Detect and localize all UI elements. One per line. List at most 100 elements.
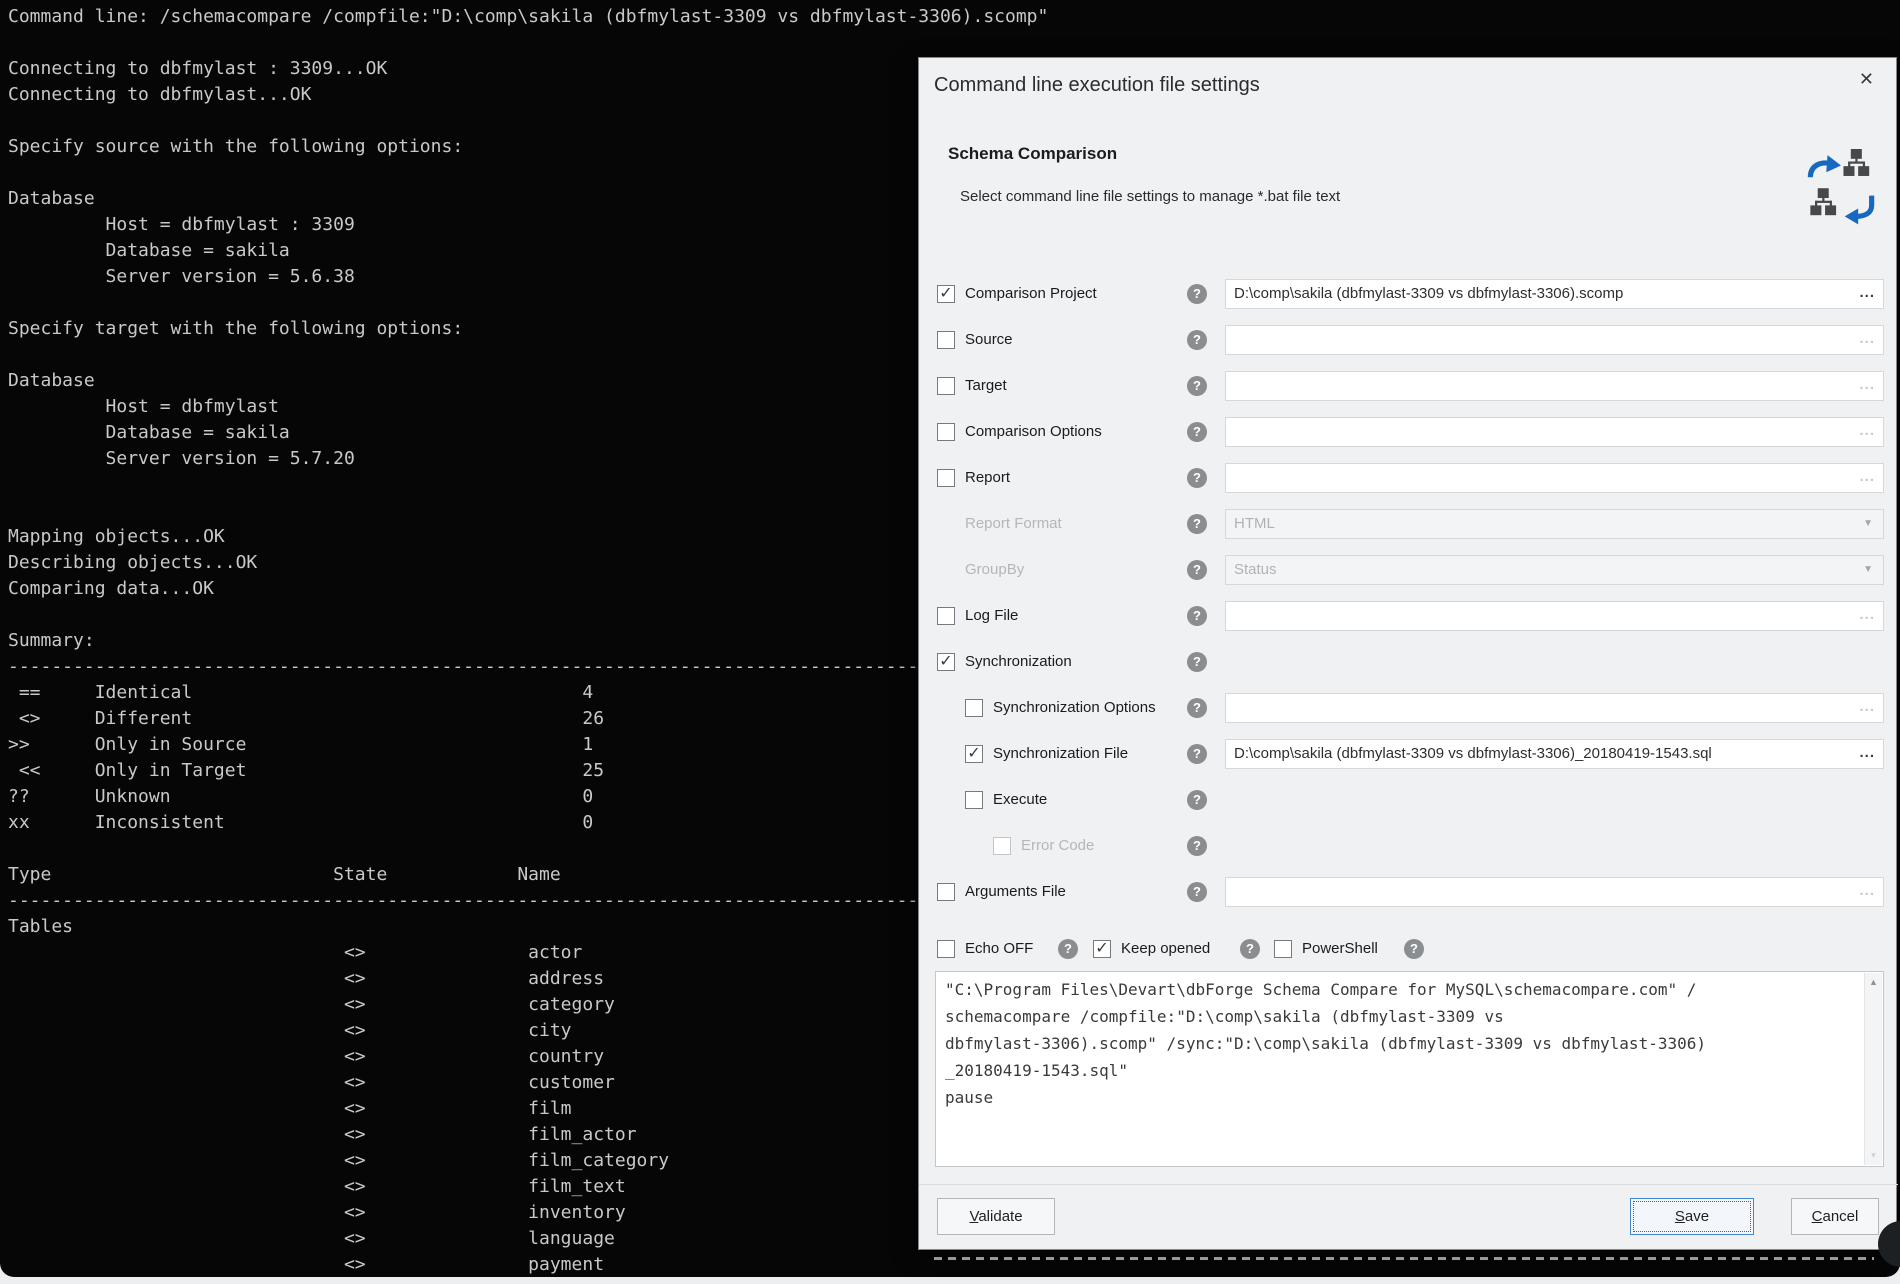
form-row-source: Source?... xyxy=(919,317,1898,363)
bat-file-text: "C:\Program Files\Devart\dbForge Schema … xyxy=(945,976,1706,1111)
bat-file-text-area[interactable]: "C:\Program Files\Devart\dbForge Schema … xyxy=(935,971,1884,1167)
label-report: Report xyxy=(965,455,1010,501)
label-comparison-project: Comparison Project xyxy=(965,271,1097,317)
textarea-scrollbar[interactable]: ▲ ▾ xyxy=(1864,973,1882,1165)
browse-button-arguments-file: ... xyxy=(1859,877,1875,905)
help-icon-arguments-file[interactable]: ? xyxy=(1187,882,1207,902)
help-icon-powershell[interactable]: ? xyxy=(1404,939,1424,959)
help-icon-synchronization-file[interactable]: ? xyxy=(1187,744,1207,764)
label-comparison-options: Comparison Options xyxy=(965,409,1102,455)
help-icon-execute[interactable]: ? xyxy=(1187,790,1207,810)
dropdown-groupby: Status ▼ xyxy=(1225,555,1884,585)
checkbox-comparison-project[interactable]: ✓ xyxy=(937,285,955,303)
browse-button-target: ... xyxy=(1859,371,1875,399)
field-report[interactable]: ... xyxy=(1225,463,1884,493)
label-source: Source xyxy=(965,317,1013,363)
field-value-comparison-project: D:\comp\sakila (dbfmylast-3309 vs dbfmyl… xyxy=(1234,280,1853,308)
browse-button-source: ... xyxy=(1859,325,1875,353)
field-synchronization-file[interactable]: D:\comp\sakila (dbfmylast-3309 vs dbfmyl… xyxy=(1225,739,1884,769)
form-row-arguments-file: Arguments File?... xyxy=(919,869,1898,915)
checkbox-synchronization-file[interactable]: ✓ xyxy=(965,745,983,763)
chevron-down-icon: ▼ xyxy=(1863,556,1873,584)
label-synchronization: Synchronization xyxy=(965,639,1072,685)
checkbox-report[interactable] xyxy=(937,469,955,487)
form-row-synchronization: ✓ Synchronization? xyxy=(919,639,1898,685)
help-icon-comparison-options[interactable]: ? xyxy=(1187,422,1207,442)
checkbox-comparison-options[interactable] xyxy=(937,423,955,441)
field-log-file[interactable]: ... xyxy=(1225,601,1884,631)
label-keep-opened: Keep opened xyxy=(1121,926,1210,972)
label-error-code: Error Code xyxy=(1021,823,1094,869)
check-icon: ✓ xyxy=(967,743,980,762)
label-synchronization-file: Synchronization File xyxy=(993,731,1128,777)
field-synchronization-options[interactable]: ... xyxy=(1225,693,1884,723)
footer-divider xyxy=(919,1184,1898,1185)
bat-options-row: Echo OFF? ✓ Keep opened? PowerShell? xyxy=(919,926,1898,972)
label-echo-off: Echo OFF xyxy=(965,926,1033,972)
check-icon: ✓ xyxy=(1095,940,1108,957)
form-row-error-code: Error Code? xyxy=(919,823,1898,869)
scroll-up-icon[interactable]: ▲ xyxy=(1865,977,1882,987)
field-arguments-file[interactable]: ... xyxy=(1225,877,1884,907)
checkbox-target[interactable] xyxy=(937,377,955,395)
label-target: Target xyxy=(965,363,1007,409)
scroll-down-icon[interactable]: ▾ xyxy=(1865,1150,1882,1161)
field-comparison-project[interactable]: D:\comp\sakila (dbfmylast-3309 vs dbfmyl… xyxy=(1225,279,1884,309)
checkbox-arguments-file[interactable] xyxy=(937,883,955,901)
checkbox-error-code xyxy=(993,837,1011,855)
checkbox-log-file[interactable] xyxy=(937,607,955,625)
label-log-file: Log File xyxy=(965,593,1018,639)
browse-button-synchronization-file[interactable]: ... xyxy=(1859,739,1875,767)
dialog-subtitle: Select command line file settings to man… xyxy=(960,188,1340,205)
schema-compare-icon xyxy=(1803,146,1879,228)
field-source[interactable]: ... xyxy=(1225,325,1884,355)
label-groupby: GroupBy xyxy=(965,547,1024,593)
checkbox-synchronization[interactable]: ✓ xyxy=(937,653,955,671)
form-row-synchronization-file: ✓ Synchronization File? D:\comp\sakila (db… xyxy=(919,731,1898,777)
checkbox-source[interactable] xyxy=(937,331,955,349)
dropdown-value-groupby: Status xyxy=(1234,556,1853,584)
help-icon-echo-off[interactable]: ? xyxy=(1058,939,1078,959)
checkbox-synchronization-options[interactable] xyxy=(965,699,983,717)
chevron-down-icon: ▼ xyxy=(1863,510,1873,538)
validate-button[interactable]: Validate xyxy=(937,1198,1055,1235)
form-row-report-format: Report Format? HTML ▼ xyxy=(919,501,1898,547)
browse-button-comparison-project[interactable]: ... xyxy=(1859,279,1875,307)
dropdown-report-format: HTML ▼ xyxy=(1225,509,1884,539)
checkbox-echo-off[interactable] xyxy=(937,940,955,958)
browse-button-report: ... xyxy=(1859,463,1875,491)
help-icon-report-format[interactable]: ? xyxy=(1187,514,1207,534)
help-icon-error-code[interactable]: ? xyxy=(1187,836,1207,856)
checkbox-execute[interactable] xyxy=(965,791,983,809)
browse-button-comparison-options: ... xyxy=(1859,417,1875,445)
save-button[interactable]: Save xyxy=(1630,1198,1754,1235)
check-icon: ✓ xyxy=(939,651,952,670)
label-synchronization-options: Synchronization Options xyxy=(993,685,1156,731)
cancel-button[interactable]: Cancel xyxy=(1791,1198,1879,1235)
help-icon-log-file[interactable]: ? xyxy=(1187,606,1207,626)
help-icon-comparison-project[interactable]: ? xyxy=(1187,284,1207,304)
field-comparison-options[interactable]: ... xyxy=(1225,417,1884,447)
close-icon[interactable]: ✕ xyxy=(1859,70,1874,88)
page-title: Schema Comparison xyxy=(948,144,1117,164)
command-line-settings-dialog: Command line execution file settings ✕ S… xyxy=(918,57,1897,1250)
window-frame: Command line: /schemacompare /compfile:"… xyxy=(0,0,1900,1284)
form-row-report: Report?... xyxy=(919,455,1898,501)
form-row-comparison-project: ✓ Comparison Project? D:\comp\sakila (dbfm… xyxy=(919,271,1898,317)
form-row-synchronization-options: Synchronization Options?... xyxy=(919,685,1898,731)
field-target[interactable]: ... xyxy=(1225,371,1884,401)
help-icon-source[interactable]: ? xyxy=(1187,330,1207,350)
help-icon-synchronization[interactable]: ? xyxy=(1187,652,1207,672)
label-powershell: PowerShell xyxy=(1302,926,1378,972)
help-icon-report[interactable]: ? xyxy=(1187,468,1207,488)
help-icon-groupby[interactable]: ? xyxy=(1187,560,1207,580)
label-report-format: Report Format xyxy=(965,501,1062,547)
dropdown-value-report-format: HTML xyxy=(1234,510,1853,538)
browse-button-synchronization-options: ... xyxy=(1859,693,1875,721)
checkbox-powershell[interactable] xyxy=(1274,940,1292,958)
checkbox-keep-opened[interactable]: ✓ xyxy=(1093,940,1111,958)
help-icon-synchronization-options[interactable]: ? xyxy=(1187,698,1207,718)
help-icon-target[interactable]: ? xyxy=(1187,376,1207,396)
form-row-log-file: Log File?... xyxy=(919,593,1898,639)
help-icon-keep-opened[interactable]: ? xyxy=(1240,939,1260,959)
